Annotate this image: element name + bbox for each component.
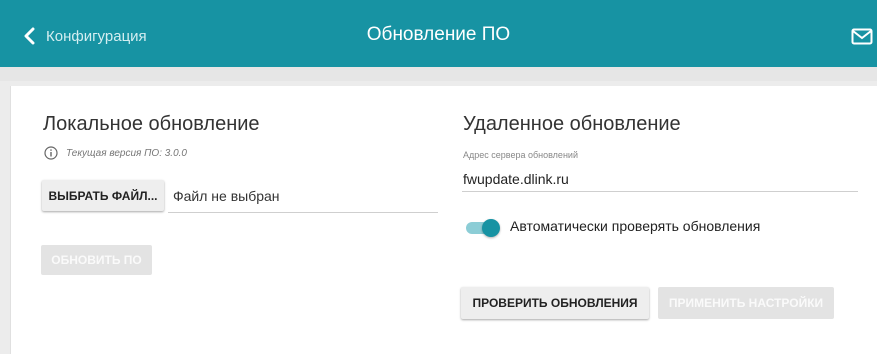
info-icon [44, 146, 58, 160]
local-update-heading: Локальное обновление [43, 113, 260, 135]
auto-check-label: Автоматически проверять обновления [510, 218, 761, 234]
toggle-knob [482, 219, 500, 237]
auto-check-toggle[interactable] [464, 219, 500, 237]
check-updates-button[interactable]: ПРОВЕРИТЬ ОБНОВЛЕНИЯ [461, 287, 649, 319]
file-status: Файл не выбран [173, 188, 280, 204]
choose-file-button[interactable]: ВЫБРАТЬ ФАЙЛ... [42, 180, 164, 211]
sub-bar [0, 67, 877, 81]
remote-update-heading: Удаленное обновление [463, 113, 681, 135]
version-info: Текущая версия ПО: 3.0.0 [44, 146, 187, 160]
top-bar: Конфигурация Обновление ПО [0, 0, 877, 67]
apply-settings-button[interactable]: ПРИМЕНИТЬ НАСТРОЙКИ [658, 287, 834, 319]
page-title: Обновление ПО [366, 24, 511, 45]
update-firmware-button[interactable]: ОБНОВИТЬ ПО [41, 245, 152, 275]
server-address-input[interactable]: fwupdate.dlink.ru [463, 171, 569, 187]
mail-icon[interactable] [851, 28, 873, 45]
version-info-text: Текущая версия ПО: 3.0.0 [66, 147, 187, 159]
server-address-underline [462, 191, 858, 192]
file-field-underline [168, 212, 438, 213]
server-address-label: Адрес сервера обновлений [463, 150, 578, 160]
